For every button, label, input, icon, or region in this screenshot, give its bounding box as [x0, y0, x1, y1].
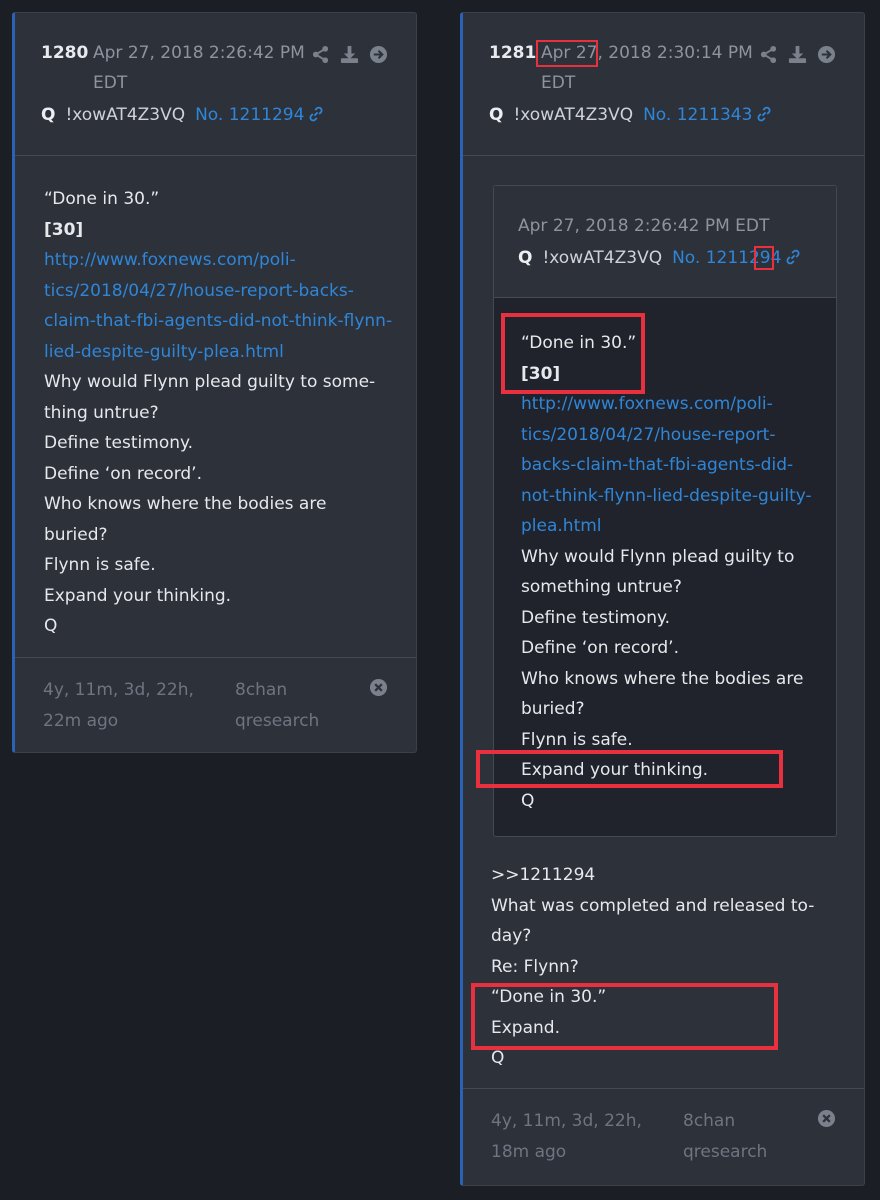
post-footer: 4y, 11m, 3d, 22h, 22m ago 8chan qresearc…: [15, 657, 416, 752]
body-line: buried?: [521, 699, 585, 719]
quoted-post-id-link[interactable]: No. 1211294: [672, 248, 781, 268]
post-number[interactable]: 1280: [41, 43, 88, 63]
post-id-part: No. 1211: [672, 248, 749, 268]
quoted-post: Apr 27, 2018 2:26:42 PM EDT Q !xowAT4Z3VQ…: [493, 185, 837, 837]
body-line: Re: Flynn?: [491, 956, 579, 977]
quoted-author-line: Q !xowAT4Z3VQ No. 1211294: [518, 248, 801, 268]
reply-body: >>1211294 What was completed and release…: [491, 860, 814, 1074]
body-line: Q: [491, 1048, 505, 1068]
post-actions: [311, 45, 388, 64]
post-id-part: 29: [748, 248, 771, 268]
article-link[interactable]: claim-that-fbi-agents-did-not-think-flyn…: [44, 306, 392, 337]
arrow-right-circle-icon[interactable]: [817, 45, 836, 64]
article-link[interactable]: lied-despite-guilty-plea.html: [44, 337, 392, 368]
body-line: Who knows where the bodies are: [521, 668, 804, 689]
author-line: Q !xowAT4Z3VQ No. 1211343: [489, 105, 772, 125]
body-line: Define testimony.: [44, 433, 194, 453]
body-line: Expand your thinking.: [521, 760, 709, 780]
article-link[interactable]: not-think-flynn-lied-despite-guilty-: [521, 481, 812, 512]
body-line: “Done in 30.”: [491, 987, 607, 1007]
relative-time: 4y, 11m, 3d, 22h, 22m ago: [43, 680, 194, 731]
post-actions: [759, 45, 836, 64]
body-line: buried?: [44, 524, 108, 545]
arrow-right-circle-icon[interactable]: [369, 45, 388, 64]
reply-quote-link[interactable]: >>1211294: [491, 860, 814, 891]
body-line: Q: [44, 616, 58, 636]
body-line: Define testimony.: [521, 607, 671, 628]
body-line: Expand your thinking.: [44, 585, 232, 606]
date-month-day: Apr 27: [541, 43, 598, 63]
body-line: Who knows where the bodies are: [44, 494, 327, 514]
download-icon[interactable]: [788, 45, 807, 64]
article-link[interactable]: tics/2018/04/27/house-report-: [521, 420, 812, 451]
post-id-part: 4: [770, 248, 782, 268]
body-line: Define ‘on record’.: [521, 638, 679, 658]
board-name: 8chan qresearch: [235, 680, 320, 731]
quoted-post-header: Apr 27, 2018 2:26:42 PM EDT Q !xowAT4Z3VQ…: [494, 186, 836, 298]
link-icon[interactable]: [756, 106, 772, 122]
body-line: Flynn is safe.: [44, 555, 156, 575]
body-line: something untrue?: [521, 577, 682, 597]
tripcode: !xowAT4Z3VQ: [65, 105, 186, 125]
quoted-post-body: “Done in 30.” [30] http://www.foxnews.co…: [521, 328, 812, 816]
body-line: Q: [521, 790, 535, 811]
body-line: day?: [491, 926, 532, 946]
article-link[interactable]: tics/2018/04/27/house-report-backs-: [44, 276, 392, 307]
post-header: 1280 Apr 27, 2018 2:26:42 PM EDT Q !xowAT…: [15, 13, 416, 156]
board-name: 8chan qresearch: [683, 1111, 768, 1162]
link-icon[interactable]: [308, 106, 324, 122]
post-id-link[interactable]: No. 1211343: [643, 105, 752, 125]
body-line: Why would Flynn plead guilty to some-: [44, 372, 376, 392]
body-line: What was completed and released to-: [491, 895, 815, 916]
author-name: Q: [41, 105, 56, 125]
close-circle-icon[interactable]: [817, 1109, 836, 1128]
article-link[interactable]: http://www.foxnews.com/poli-: [44, 245, 392, 276]
post-number[interactable]: 1281: [489, 43, 536, 63]
post-date: Apr 27, 2018 2:26:42 PM EDT: [93, 43, 305, 93]
post-id-link[interactable]: No. 1211294: [195, 105, 304, 125]
article-link[interactable]: plea.html: [521, 511, 812, 542]
author-name: Q: [489, 105, 504, 125]
close-circle-icon[interactable]: [369, 678, 388, 697]
download-icon[interactable]: [340, 45, 359, 64]
author-line: Q !xowAT4Z3VQ No. 1211294: [41, 105, 324, 125]
post-1281: 1281 Apr 27, 2018 2:30:14 PM EDT Q !xowAT…: [460, 12, 865, 1186]
tripcode: !xowAT4Z3VQ: [542, 248, 663, 268]
body-line: “Done in 30.”: [44, 189, 160, 209]
body-line: Why would Flynn plead guilty to: [521, 546, 795, 567]
body-line: Expand.: [491, 1017, 560, 1038]
share-icon[interactable]: [759, 45, 778, 64]
post-body: “Done in 30.” [30] http://www.foxnews.co…: [44, 184, 392, 642]
quoted-post-date: Apr 27, 2018 2:26:42 PM EDT: [518, 216, 770, 236]
share-icon[interactable]: [311, 45, 330, 64]
body-line: “Done in 30.”: [521, 333, 637, 353]
tripcode: !xowAT4Z3VQ: [513, 105, 634, 125]
body-line: thing untrue?: [44, 402, 159, 423]
link-icon[interactable]: [785, 249, 801, 265]
body-line-bold: [30]: [44, 219, 84, 240]
body-line: Define ‘on record’.: [44, 463, 202, 484]
post-date: Apr 27, 2018 2:30:14 PM EDT: [541, 38, 761, 98]
article-link[interactable]: backs-claim-that-fbi-agents-did-: [521, 450, 812, 481]
author-name: Q: [518, 248, 533, 268]
article-link[interactable]: http://www.foxnews.com/poli-: [521, 389, 812, 420]
post-footer: 4y, 11m, 3d, 22h, 18m ago 8chan qresearc…: [463, 1088, 864, 1185]
body-line: Flynn is safe.: [521, 729, 633, 750]
post-header: 1281 Apr 27, 2018 2:30:14 PM EDT Q !xowAT…: [463, 13, 864, 156]
body-line-bold: [30]: [521, 363, 561, 384]
post-1280: 1280 Apr 27, 2018 2:26:42 PM EDT Q !xowAT…: [12, 12, 417, 753]
relative-time: 4y, 11m, 3d, 22h, 18m ago: [491, 1111, 642, 1162]
